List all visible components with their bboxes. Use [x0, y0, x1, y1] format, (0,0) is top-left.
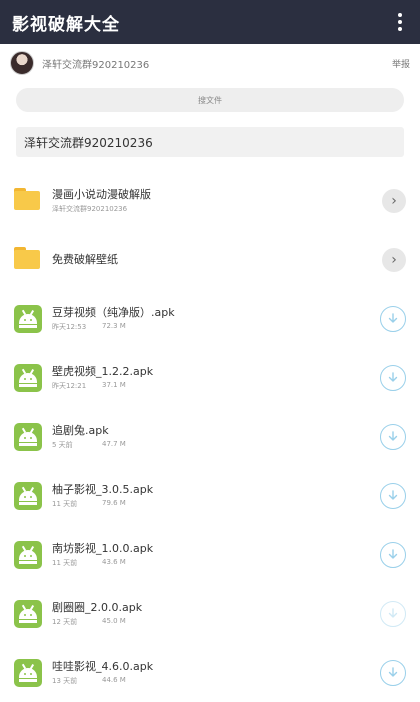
file-name: 追剧兔.apk	[52, 424, 109, 437]
file-name: 哇哇影视_4.6.0.apk	[52, 660, 154, 673]
android-icon	[14, 363, 42, 392]
file-item[interactable]: 壁虎视频_1.2.2.apk 昨天12:21 37.1 M	[0, 348, 420, 407]
file-time: 5 天前	[52, 441, 73, 449]
user-name[interactable]: 泽轩交流群920210236	[42, 56, 392, 71]
download-icon[interactable]	[380, 305, 406, 332]
chevron-right-icon[interactable]: ›	[382, 247, 406, 272]
file-item[interactable]: 追剧兔.apk 5 天前 47.7 M	[0, 407, 420, 466]
file-size: 47.7 M	[102, 440, 126, 448]
file-name: 壁虎视频_1.2.2.apk	[52, 365, 154, 378]
android-icon	[14, 481, 42, 510]
avatar[interactable]	[10, 51, 34, 75]
file-name: 柚子影视_3.0.5.apk	[52, 483, 154, 496]
file-size: 45.0 M	[102, 617, 126, 625]
file-size: 43.6 M	[102, 558, 126, 566]
file-time: 11 天前	[52, 559, 78, 567]
user-bar: 泽轩交流群920210236 举报	[0, 44, 420, 82]
folder-icon	[14, 247, 42, 275]
file-size: 44.6 M	[102, 676, 126, 684]
file-name: 豆芽视频（纯净版）.apk	[52, 306, 175, 319]
file-time: 12 天前	[52, 618, 78, 626]
file-item[interactable]: 剧圈圈_2.0.0.apk 12 天前 45.0 M	[0, 584, 420, 643]
file-item[interactable]: 豆芽视频（纯净版）.apk 昨天12:53 72.3 M	[0, 289, 420, 348]
folder-name: 免费破解壁纸	[52, 253, 118, 266]
download-icon[interactable]	[380, 482, 406, 509]
android-icon	[14, 540, 42, 569]
file-time: 昨天12:21	[52, 382, 87, 390]
more-vert-icon[interactable]	[390, 10, 410, 34]
notice-banner: 泽轩交流群920210236	[16, 127, 404, 157]
file-size: 37.1 M	[102, 381, 126, 389]
file-size: 79.6 M	[102, 499, 126, 507]
download-icon[interactable]	[380, 600, 406, 627]
file-item[interactable]: 南坊影视_1.0.0.apk 11 天前 43.6 M	[0, 525, 420, 584]
download-icon[interactable]	[380, 423, 406, 450]
download-icon[interactable]	[380, 541, 406, 568]
file-item[interactable]: 柚子影视_3.0.5.apk 11 天前 79.6 M	[0, 466, 420, 525]
android-icon	[14, 599, 42, 628]
file-name: 南坊影视_1.0.0.apk	[52, 542, 154, 555]
file-name: 剧圈圈_2.0.0.apk	[52, 601, 143, 614]
file-item[interactable]: 哇哇影视_4.6.0.apk 13 天前 44.6 M	[0, 643, 420, 702]
chevron-right-icon[interactable]: ›	[382, 188, 406, 213]
folder-item[interactable]: 免费破解壁纸 ›	[0, 230, 420, 289]
android-icon	[14, 304, 42, 333]
search-files-button[interactable]: 搜文件	[16, 88, 404, 112]
file-time: 昨天12:53	[52, 323, 87, 331]
folder-item[interactable]: 漫画小说动漫破解版 泽轩交流群920210236 ›	[0, 171, 420, 230]
download-icon[interactable]	[380, 364, 406, 391]
file-time: 13 天前	[52, 677, 78, 685]
file-size: 72.3 M	[102, 322, 126, 330]
android-icon	[14, 658, 42, 687]
folder-icon	[14, 188, 42, 216]
report-link[interactable]: 举报	[392, 57, 410, 70]
folder-subtitle: 泽轩交流群920210236	[52, 205, 128, 213]
file-list: 漫画小说动漫破解版 泽轩交流群920210236 › 免费破解壁纸 › 豆芽视频…	[0, 171, 420, 702]
folder-name: 漫画小说动漫破解版	[52, 188, 151, 201]
app-title: 影视破解大全	[12, 14, 120, 35]
file-time: 11 天前	[52, 500, 78, 508]
android-icon	[14, 422, 42, 451]
app-bar: 影视破解大全	[0, 0, 420, 44]
download-icon[interactable]	[380, 659, 406, 686]
